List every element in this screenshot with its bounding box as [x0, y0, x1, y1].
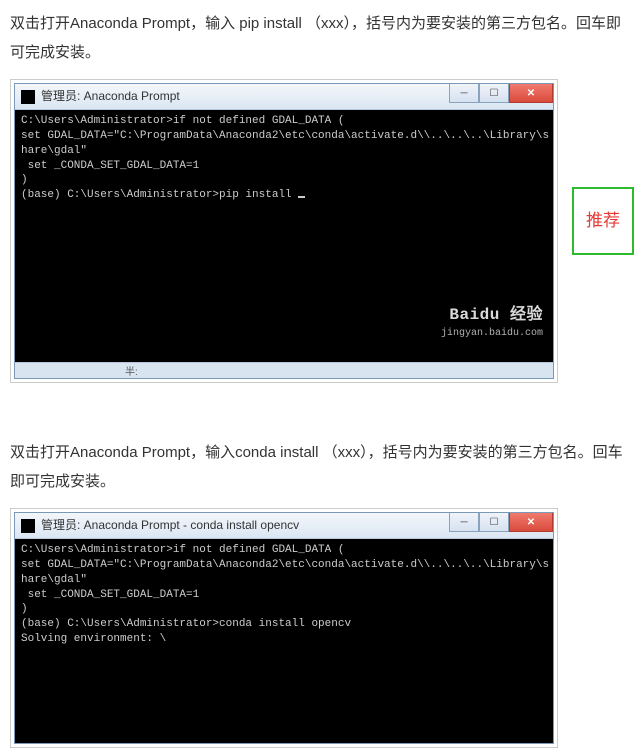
- term-line: set GDAL_DATA="C:\ProgramData\Anaconda2\…: [21, 558, 547, 573]
- maximize-button[interactable]: ☐: [479, 84, 509, 103]
- terminal-body-1[interactable]: C:\Users\Administrator>if not defined GD…: [15, 110, 553, 362]
- recommend-badge[interactable]: 推荐: [572, 187, 634, 255]
- minimize-button[interactable]: ─: [449, 513, 479, 532]
- cursor-icon: [298, 196, 305, 198]
- close-button[interactable]: ✕: [509, 84, 553, 103]
- term-line: set _CONDA_SET_GDAL_DATA=1: [21, 588, 547, 603]
- statusbar-1: 半:: [15, 362, 553, 378]
- term-line: C:\Users\Administrator>if not defined GD…: [21, 543, 547, 558]
- screenshot-1: 管理员: Anaconda Prompt ─ ☐ ✕ C:\Users\Admi…: [10, 79, 558, 383]
- term-line: set GDAL_DATA="C:\ProgramData\Anaconda2\…: [21, 129, 547, 144]
- maximize-icon: ☐: [490, 84, 499, 103]
- term-line: Solving environment: \: [21, 632, 547, 647]
- titlebar-text-1: 管理员: Anaconda Prompt: [41, 85, 180, 108]
- term-line: (base) C:\Users\Administrator>conda inst…: [21, 617, 547, 632]
- term-line: hare\gdal": [21, 573, 547, 588]
- section2-description: 双击打开Anaconda Prompt，输入conda install （xxx…: [10, 439, 634, 496]
- minimize-icon: ─: [460, 513, 467, 532]
- maximize-icon: ☐: [490, 513, 499, 532]
- close-button[interactable]: ✕: [509, 513, 553, 532]
- terminal-window-1: 管理员: Anaconda Prompt ─ ☐ ✕ C:\Users\Admi…: [14, 83, 554, 379]
- term-line: hare\gdal": [21, 144, 547, 159]
- titlebar-text-2: 管理员: Anaconda Prompt - conda install ope…: [41, 514, 299, 537]
- term-line: set _CONDA_SET_GDAL_DATA=1: [21, 159, 547, 174]
- window-controls-1: ─ ☐ ✕: [449, 84, 553, 103]
- watermark-url: jingyan.baidu.com: [441, 327, 543, 341]
- term-line: ): [21, 602, 547, 617]
- terminal-body-2[interactable]: C:\Users\Administrator>if not defined GD…: [15, 539, 553, 743]
- term-line: ): [21, 173, 547, 188]
- window-controls-2: ─ ☐ ✕: [449, 513, 553, 532]
- watermark: Baidu 经验 jingyan.baidu.com: [441, 305, 543, 340]
- maximize-button[interactable]: ☐: [479, 513, 509, 532]
- terminal-window-2: 管理员: Anaconda Prompt - conda install ope…: [14, 512, 554, 744]
- app-icon: [21, 519, 35, 533]
- app-icon: [21, 90, 35, 104]
- close-icon: ✕: [527, 84, 535, 103]
- titlebar-2: 管理员: Anaconda Prompt - conda install ope…: [15, 513, 553, 539]
- minimize-button[interactable]: ─: [449, 84, 479, 103]
- section1-description: 双击打开Anaconda Prompt，输入 pip install （xxx）…: [10, 10, 634, 67]
- titlebar-1: 管理员: Anaconda Prompt ─ ☐ ✕: [15, 84, 553, 110]
- watermark-logo: Baidu 经验: [441, 305, 543, 327]
- recommend-label: 推荐: [586, 205, 620, 237]
- term-prompt-line: (base) C:\Users\Administrator>pip instal…: [21, 188, 547, 203]
- close-icon: ✕: [527, 513, 535, 532]
- screenshot-2: 管理员: Anaconda Prompt - conda install ope…: [10, 508, 558, 748]
- term-line: C:\Users\Administrator>if not defined GD…: [21, 114, 547, 129]
- minimize-icon: ─: [460, 84, 467, 103]
